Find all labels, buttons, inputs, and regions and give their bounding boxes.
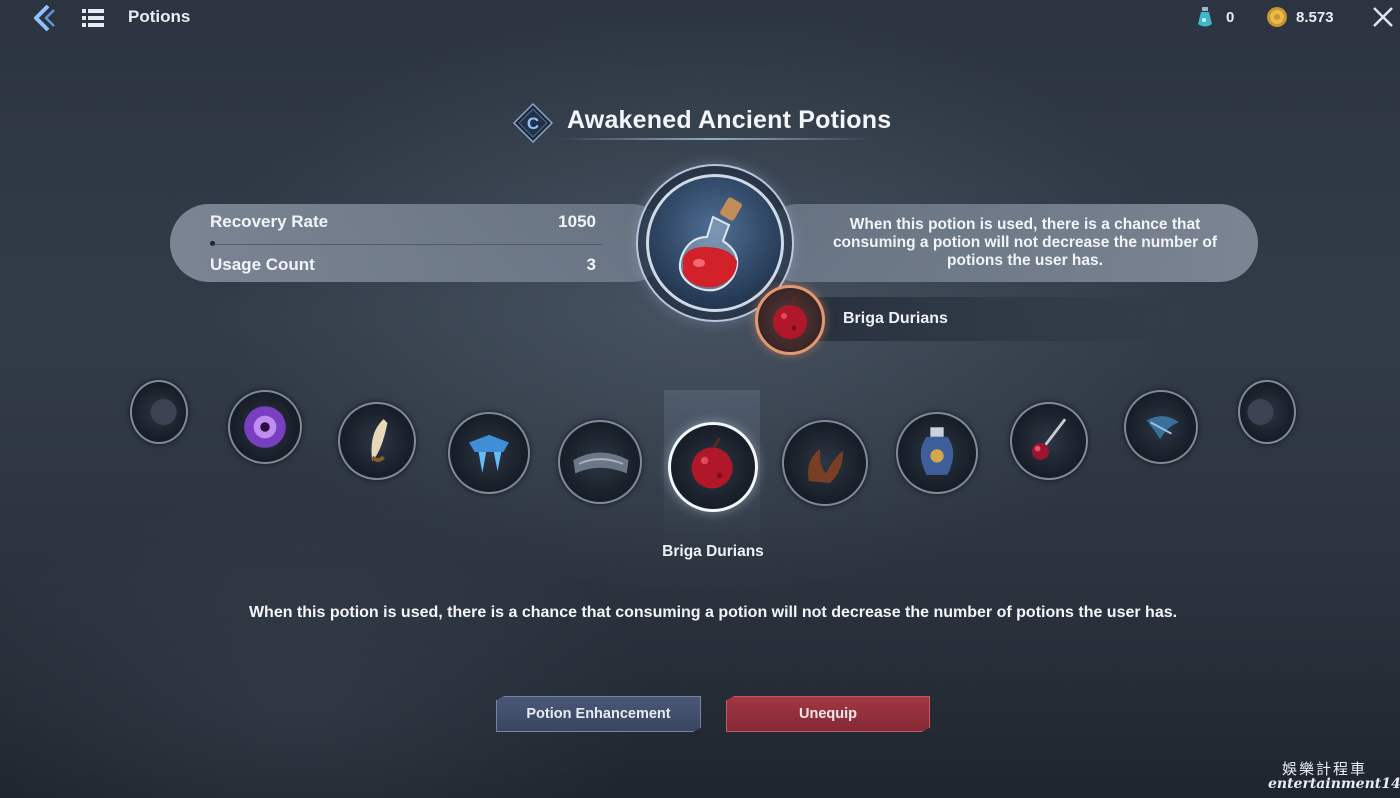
top-bar <box>0 0 1400 36</box>
close-button[interactable] <box>1370 4 1396 30</box>
blue-feather-icon <box>1146 416 1179 440</box>
stat-divider <box>210 244 602 245</box>
grade-letter: C <box>527 114 539 133</box>
stat-value-recovery-rate: 1050 <box>558 212 596 231</box>
carousel-item-partial-right[interactable] <box>1238 380 1296 444</box>
stat-value-usage-count: 3 <box>586 255 596 274</box>
page-title: Potions <box>128 7 191 26</box>
blue-vase-icon <box>920 427 954 475</box>
crimson-wand-icon <box>1031 418 1067 460</box>
fang-icon <box>370 419 388 462</box>
carousel-item-blue-feather[interactable] <box>1124 390 1198 464</box>
ice-crystal-icon <box>469 434 509 473</box>
gold-resource: 8.573 <box>1266 6 1334 28</box>
potion-description: When this potion is used, there is a cha… <box>248 604 1178 621</box>
close-icon <box>1373 7 1393 27</box>
unequip-button[interactable]: Unequip <box>726 696 930 732</box>
crystal-resource: 0 <box>1196 6 1234 28</box>
effect-panel: When this potion is used, there is a cha… <box>760 204 1258 282</box>
carousel-item-fang[interactable] <box>338 402 416 480</box>
effect-description: When this potion is used, there is a cha… <box>832 216 1218 269</box>
carousel-item-briga-durian-selected[interactable] <box>668 422 758 512</box>
potion-title: Awakened Ancient Potions <box>567 106 892 134</box>
partial-item-icon <box>1247 398 1274 426</box>
gold-coin-icon <box>1267 7 1287 27</box>
menu-button[interactable] <box>80 5 106 31</box>
purple-orb-icon <box>244 406 286 448</box>
carousel-item-ice-crystal[interactable] <box>448 412 530 494</box>
carousel-item-ore-slab[interactable] <box>558 420 642 504</box>
carousel-item-horn[interactable] <box>782 420 868 506</box>
watermark-english: entertainment14 <box>1268 776 1400 792</box>
carousel-item-blue-vase[interactable] <box>896 412 978 494</box>
carousel-item-purple-orb[interactable] <box>228 390 302 464</box>
partial-item-icon <box>150 398 177 426</box>
stat-label-usage-count: Usage Count <box>210 255 315 274</box>
grade-badge: C <box>512 102 554 144</box>
list-menu-icon <box>82 9 104 27</box>
stat-label-recovery-rate: Recovery Rate <box>210 212 329 231</box>
crystal-count: 0 <box>1226 8 1235 26</box>
stats-panel: Recovery Rate 1050 Usage Count 3 <box>170 204 670 282</box>
potion-enhancement-button[interactable]: Potion Enhancement <box>496 696 701 732</box>
carousel-item-crimson-wand[interactable] <box>1010 402 1088 480</box>
briga-durian-icon <box>773 295 807 339</box>
carousel-item-partial-left[interactable] <box>130 380 188 444</box>
back-button[interactable] <box>28 2 62 34</box>
ore-slab-icon <box>573 452 629 474</box>
title-underline <box>560 138 870 140</box>
ingredient-icon-frame <box>755 285 825 355</box>
gold-count: 8.573 <box>1296 8 1334 26</box>
horn-icon <box>808 448 844 484</box>
crystal-vial-icon <box>1198 7 1212 27</box>
ingredient-name: Briga Durians <box>843 310 948 327</box>
selected-item-name: Briga Durians <box>662 543 764 560</box>
briga-durian-icon <box>691 437 733 489</box>
back-arrow-icon <box>34 4 55 32</box>
